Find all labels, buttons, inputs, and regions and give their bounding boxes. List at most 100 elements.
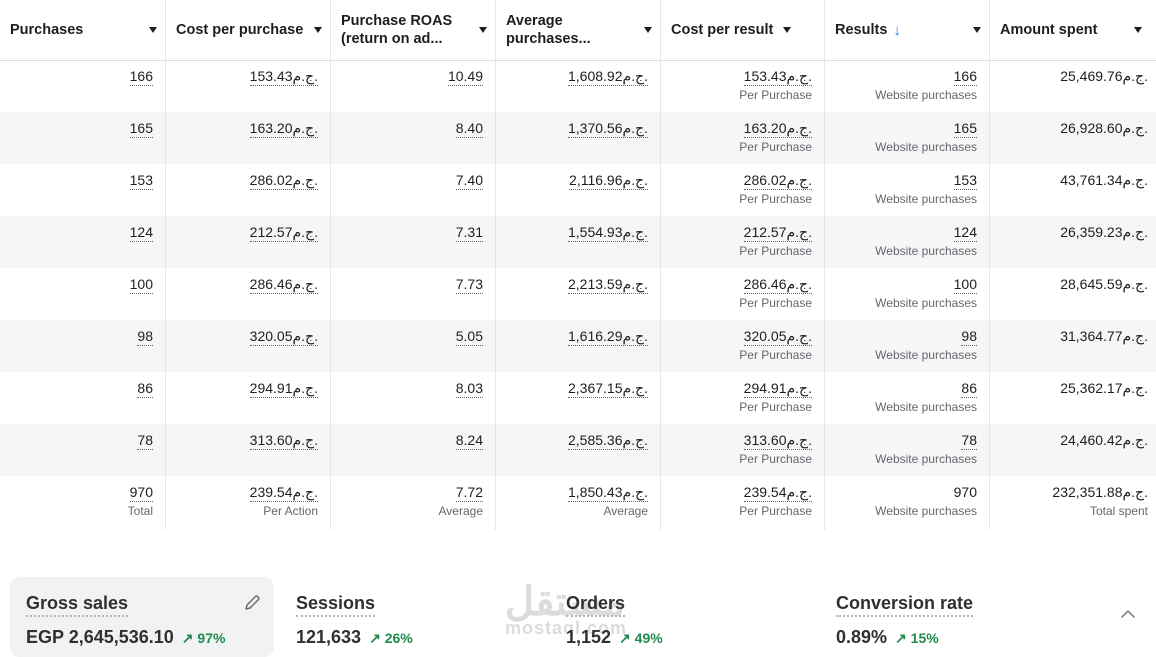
average-purchases-value[interactable]: 2,116.96ج.م. <box>569 172 648 190</box>
purchases-cell: 100 <box>0 268 166 320</box>
average-purchases-value[interactable]: 2,213.59ج.م. <box>568 276 648 294</box>
cost-per-result-value[interactable]: 212.57ج.م. <box>743 224 812 242</box>
cost-per-purchase-value[interactable]: 320.05ج.م. <box>249 328 318 346</box>
amount-spent-value: 24,460.42ج.م. <box>1060 432 1148 448</box>
total-roas-cell: 7.72 Average <box>331 476 496 530</box>
column-header-purchase-roas[interactable]: Purchase ROAS (return on ad... <box>331 0 496 60</box>
roas-value[interactable]: 7.31 <box>455 224 483 242</box>
results-value[interactable]: 86 <box>961 380 977 398</box>
cost-per-result-cell: 313.60ج.م. Per Purchase <box>661 424 825 476</box>
amount-spent-cell: 24,460.42ج.م. <box>990 424 1156 476</box>
purchases-value[interactable]: 100 <box>129 276 153 294</box>
caret-down-icon[interactable] <box>1134 27 1142 33</box>
results-value[interactable]: 166 <box>953 68 977 86</box>
column-header-purchases[interactable]: Purchases <box>0 0 166 60</box>
total-cost-per-purchase-value[interactable]: 239.54ج.م. <box>249 484 318 502</box>
sort-down-arrow-icon[interactable]: ↓ <box>893 22 901 39</box>
total-purchases-value[interactable]: 970 <box>129 484 153 502</box>
column-header-results[interactable]: Results ↓ <box>825 0 990 60</box>
cost-per-result-label: Per Purchase <box>739 244 812 258</box>
total-average-value[interactable]: 1,850.43ج.م. <box>568 484 648 502</box>
results-value[interactable]: 78 <box>961 432 977 450</box>
average-purchases-value[interactable]: 1,370.56ج.م. <box>568 120 648 138</box>
average-purchases-value[interactable]: 1,554.93ج.م. <box>568 224 648 242</box>
purchases-value[interactable]: 98 <box>137 328 153 346</box>
cost-per-purchase-value[interactable]: 294.91ج.م. <box>249 380 318 398</box>
caret-down-icon[interactable] <box>479 27 487 33</box>
average-purchases-value[interactable]: 1,616.29ج.م. <box>568 328 648 346</box>
kpi-value: 0.89% <box>836 627 888 647</box>
results-label: Website purchases <box>875 192 977 206</box>
cost-per-result-value[interactable]: 313.60ج.م. <box>743 432 812 450</box>
caret-down-icon[interactable] <box>149 27 157 33</box>
roas-value[interactable]: 10.49 <box>447 68 483 86</box>
cost-per-purchase-cell: 153.43ج.م. <box>166 60 331 112</box>
purchases-cell: 165 <box>0 112 166 164</box>
roas-value[interactable]: 8.03 <box>455 380 483 398</box>
column-header-cost-per-purchase[interactable]: Cost per purchase <box>166 0 331 60</box>
kpi-value: 121,633 <box>296 627 362 647</box>
total-cost-per-result-cell: 239.54ج.م. Per Purchase <box>661 476 825 530</box>
average-purchases-value[interactable]: 1,608.92ج.م. <box>568 68 648 86</box>
roas-value[interactable]: 8.40 <box>455 120 483 138</box>
cost-per-purchase-value[interactable]: 286.02ج.م. <box>249 172 318 190</box>
cost-per-purchase-value[interactable]: 286.46ج.م. <box>249 276 318 294</box>
column-header-average-purchases[interactable]: Average purchases... <box>496 0 661 60</box>
results-value[interactable]: 100 <box>953 276 977 294</box>
results-value[interactable]: 124 <box>953 224 977 242</box>
kpi-card-orders[interactable]: Orders 1,152 ↗ 49% <box>550 577 780 657</box>
cost-per-purchase-value[interactable]: 212.57ج.م. <box>249 224 318 242</box>
kpi-card-gross-sales[interactable]: Gross sales EGP 2,645,536.10 ↗ 97% <box>10 577 274 657</box>
cost-per-result-cell: 286.46ج.م. Per Purchase <box>661 268 825 320</box>
kpi-card-conversion-rate[interactable]: Conversion rate 0.89% ↗ 15% <box>820 577 1050 657</box>
total-cost-per-result-label: Per Purchase <box>739 504 812 518</box>
results-cell: 98 Website purchases <box>825 320 990 372</box>
roas-value[interactable]: 7.40 <box>455 172 483 190</box>
table-row: 166 153.43ج.م. 10.49 1,608.92ج.م. 153.43ج.م.… <box>0 60 1156 112</box>
cost-per-purchase-value[interactable]: 313.60ج.م. <box>249 432 318 450</box>
kpi-delta: ↗ 49% <box>619 630 663 646</box>
cost-per-result-value[interactable]: 286.02ج.م. <box>743 172 812 190</box>
cost-per-result-label: Per Purchase <box>739 88 812 102</box>
kpi-card-sessions[interactable]: Sessions 121,633 ↗ 26% <box>280 577 510 657</box>
results-value[interactable]: 98 <box>961 328 977 346</box>
caret-down-icon[interactable] <box>314 27 322 33</box>
results-value[interactable]: 165 <box>953 120 977 138</box>
roas-value[interactable]: 5.05 <box>455 328 483 346</box>
results-value[interactable]: 153 <box>953 172 977 190</box>
total-cost-per-result-value[interactable]: 239.54ج.م. <box>743 484 812 502</box>
caret-down-icon[interactable] <box>644 27 652 33</box>
purchases-value[interactable]: 78 <box>137 432 153 450</box>
roas-cell: 10.49 <box>331 60 496 112</box>
total-amount-spent-label: Total spent <box>1089 504 1148 518</box>
caret-down-icon[interactable] <box>973 27 981 33</box>
chevron-up-icon[interactable] <box>1118 607 1138 621</box>
cost-per-purchase-value[interactable]: 153.43ج.م. <box>249 68 318 86</box>
roas-value[interactable]: 7.73 <box>455 276 483 294</box>
caret-down-icon[interactable] <box>783 27 792 33</box>
cost-per-result-value[interactable]: 286.46ج.م. <box>743 276 812 294</box>
purchases-value[interactable]: 165 <box>129 120 153 138</box>
cost-per-result-cell: 153.43ج.م. Per Purchase <box>661 60 825 112</box>
cost-per-purchase-value[interactable]: 163.20ج.م. <box>249 120 318 138</box>
cost-per-result-value[interactable]: 294.91ج.م. <box>743 380 812 398</box>
pencil-icon[interactable] <box>242 593 262 613</box>
amount-spent-value: 28,645.59ج.م. <box>1060 276 1148 292</box>
cost-per-result-label: Per Purchase <box>739 192 812 206</box>
cost-per-result-value[interactable]: 163.20ج.م. <box>743 120 812 138</box>
column-header-amount-spent[interactable]: Amount spent <box>990 0 1156 60</box>
cost-per-result-value[interactable]: 153.43ج.م. <box>743 68 812 86</box>
purchases-value[interactable]: 86 <box>137 380 153 398</box>
purchases-value[interactable]: 153 <box>129 172 153 190</box>
total-cost-per-purchase-label: Per Action <box>263 504 318 518</box>
average-purchases-value[interactable]: 2,585.36ج.م. <box>568 432 648 450</box>
average-purchases-value[interactable]: 2,367.15ج.م. <box>568 380 648 398</box>
column-header-cost-per-result[interactable]: Cost per result <box>661 0 825 60</box>
purchases-value[interactable]: 124 <box>129 224 153 242</box>
purchases-value[interactable]: 166 <box>129 68 153 86</box>
roas-value[interactable]: 8.24 <box>455 432 483 450</box>
cost-per-result-value[interactable]: 320.05ج.م. <box>743 328 812 346</box>
total-results-value: 970 <box>953 484 977 500</box>
total-roas-value[interactable]: 7.72 <box>455 484 483 502</box>
average-purchases-cell: 2,213.59ج.م. <box>496 268 661 320</box>
